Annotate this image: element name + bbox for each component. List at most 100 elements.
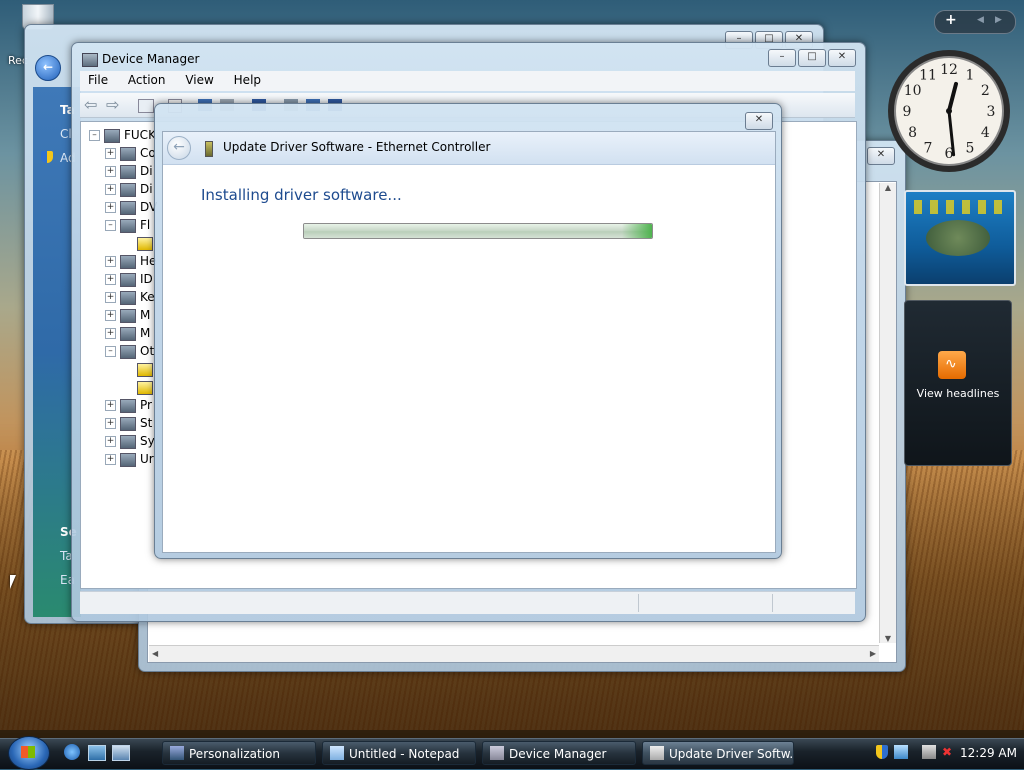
device-category[interactable]: + He (105, 252, 156, 270)
taskbar-button-notepad[interactable]: Untitled - Notepad (322, 741, 476, 765)
slideshow-gadget[interactable] (904, 190, 1016, 286)
horizontal-scrollbar[interactable]: ◀ ▶ (149, 645, 879, 662)
ie-icon[interactable] (64, 744, 80, 760)
taskbar-button-label: Personalization (189, 747, 280, 761)
menu-action[interactable]: Action (120, 71, 174, 89)
device-category[interactable]: – Fl (105, 216, 150, 234)
progress-glow (622, 224, 652, 238)
security-shield-icon[interactable] (876, 745, 888, 759)
device-icon (120, 398, 136, 413)
device-icon (120, 218, 136, 233)
back-nav-button[interactable]: ← (35, 55, 61, 81)
device-category[interactable]: + Di (105, 180, 153, 198)
taskbar-button-personalization[interactable]: Personalization (162, 741, 316, 765)
dialog-header: ← Update Driver Software - Ethernet Cont… (163, 132, 775, 165)
computer-icon (104, 128, 120, 143)
expand-icon[interactable]: + (105, 274, 116, 285)
expand-icon[interactable]: + (105, 166, 116, 177)
update-driver-dialog[interactable]: ✕ ← Update Driver Software - Ethernet Co… (154, 103, 782, 559)
device-category[interactable]: + ID (105, 270, 153, 288)
collapse-icon[interactable]: – (89, 130, 100, 141)
collapse-icon[interactable]: – (105, 220, 116, 231)
close-button[interactable]: ✕ (745, 112, 773, 130)
status-divider (638, 594, 639, 612)
expand-icon[interactable]: + (105, 310, 116, 321)
menu-file[interactable]: File (80, 71, 116, 89)
device-category[interactable]: + Di (105, 162, 153, 180)
clock-numeral: 2 (981, 83, 990, 99)
expand-icon[interactable]: + (105, 436, 116, 447)
scroll-up-icon[interactable]: ▲ (880, 183, 896, 192)
add-gadget-button[interactable]: + (945, 12, 957, 28)
device-category-label: Ot (140, 344, 155, 358)
clock-numeral: 9 (903, 104, 912, 120)
clock-numeral: 12 (940, 62, 958, 78)
device-category[interactable]: + Sy (105, 432, 155, 450)
device-category-label: Ke (140, 290, 155, 304)
device-icon (120, 272, 136, 287)
vertical-scrollbar[interactable]: ▲ ▼ (879, 183, 896, 643)
device-category[interactable]: + Co (105, 144, 156, 162)
expand-icon[interactable]: + (105, 400, 116, 411)
scroll-down-icon[interactable]: ▼ (880, 634, 896, 643)
expand-icon[interactable]: + (105, 292, 116, 303)
expand-icon[interactable]: + (105, 202, 116, 213)
maximize-button[interactable]: □ (798, 49, 826, 67)
device-category-label: Di (140, 182, 153, 196)
device-icon (120, 452, 136, 467)
collapse-icon[interactable]: – (105, 346, 116, 357)
device-category-label: St (140, 416, 153, 430)
next-gadget-icon[interactable]: ▶ (995, 15, 1002, 25)
expand-icon[interactable]: + (105, 148, 116, 159)
volume-muted-icon[interactable]: ✖ (940, 745, 954, 759)
forward-arrow-icon[interactable]: ⇨ (106, 95, 119, 114)
taskbar-button-update-driver[interactable]: Update Driver Softw... (642, 741, 794, 765)
back-button[interactable]: ← (167, 136, 191, 160)
clock-numeral: 10 (904, 83, 922, 99)
device-category[interactable]: + Ke (105, 288, 155, 306)
device-category[interactable]: + DV (105, 198, 157, 216)
expand-icon[interactable]: + (105, 256, 116, 267)
tree-root[interactable]: – FUCK (89, 126, 156, 144)
scroll-right-icon[interactable]: ▶ (870, 646, 876, 662)
sidebar-link[interactable]: Cl (60, 127, 72, 141)
fish-image (914, 200, 1004, 214)
shield-icon (41, 151, 53, 163)
clock-gadget[interactable]: 12 1 2 3 4 5 6 7 8 9 10 11 (886, 48, 1012, 174)
device-category[interactable]: + Pr (105, 396, 152, 414)
prev-gadget-icon[interactable]: ◀ (977, 15, 984, 25)
close-button[interactable]: ✕ (828, 49, 856, 67)
expand-icon[interactable]: + (105, 418, 116, 429)
back-arrow-icon[interactable]: ⇦ (84, 95, 97, 114)
clock-numeral: 5 (966, 140, 975, 156)
switch-windows-icon[interactable] (112, 745, 130, 761)
clock-numeral: 11 (919, 68, 937, 84)
device-category[interactable]: + M (105, 324, 150, 342)
view-headlines-link[interactable]: View headlines (905, 387, 1011, 400)
expand-icon[interactable]: + (105, 184, 116, 195)
scroll-left-icon[interactable]: ◀ (152, 646, 158, 662)
device-category[interactable]: + St (105, 414, 152, 432)
expand-icon[interactable]: + (105, 328, 116, 339)
rss-waves-icon: ∿ (945, 356, 957, 372)
taskbar-button-device-manager[interactable]: Device Manager (482, 741, 636, 765)
device-category[interactable]: – Ot (105, 342, 154, 360)
show-desktop-icon[interactable] (88, 745, 106, 761)
minimize-button[interactable]: – (768, 49, 796, 67)
progress-bar (303, 223, 653, 239)
properties-icon[interactable] (138, 99, 154, 113)
expand-icon[interactable]: + (105, 454, 116, 465)
taskbar-button-label: Untitled - Notepad (349, 747, 460, 761)
network-icon[interactable] (922, 745, 936, 759)
device-icon (120, 182, 136, 197)
system-clock[interactable]: 12:29 AM (960, 746, 1017, 760)
device-icon (120, 290, 136, 305)
feed-gadget[interactable]: ∿ View headlines (904, 300, 1012, 466)
menu-view[interactable]: View (177, 71, 221, 89)
device-category[interactable]: + Ur (105, 450, 154, 468)
menu-help[interactable]: Help (226, 71, 269, 89)
windows-update-icon[interactable] (894, 745, 908, 759)
taskbar-button-label: Update Driver Softw... (669, 747, 794, 761)
device-category[interactable]: + M (105, 306, 150, 324)
clock-numeral: 8 (908, 125, 917, 141)
